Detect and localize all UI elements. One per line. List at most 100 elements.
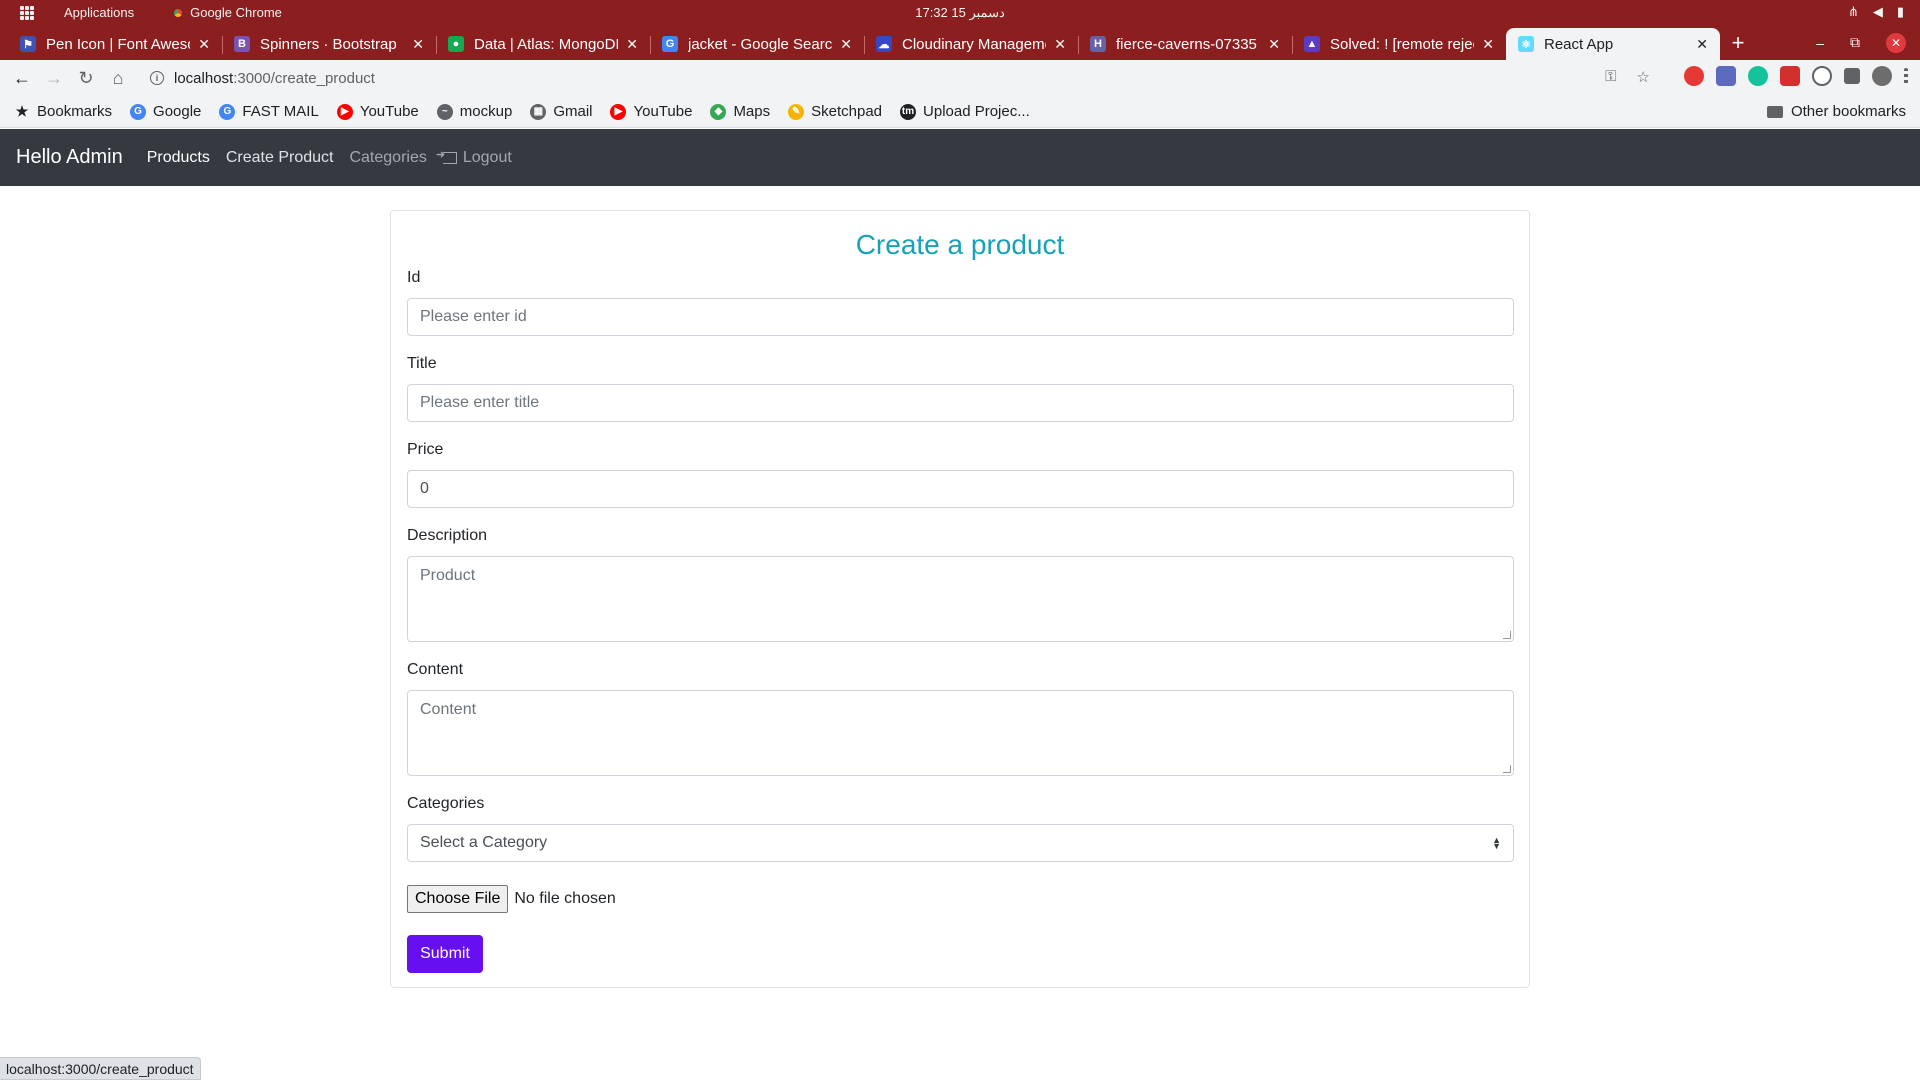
categories-label: Categories <box>407 795 485 812</box>
bookmark-item[interactable]: ~ mockup <box>436 103 513 120</box>
tab-close-icon[interactable]: ✕ <box>412 36 424 53</box>
create-product-card: Create a product Id Please enter id Titl… <box>390 210 1530 988</box>
bookmark-item[interactable]: ▶ YouTube <box>610 103 692 120</box>
tab-close-icon[interactable]: ✕ <box>1268 36 1280 53</box>
tab-close-icon[interactable]: ✕ <box>1054 36 1066 53</box>
other-bookmarks[interactable]: Other bookmarks <box>1766 103 1906 120</box>
browser-tab[interactable]: ▲ Solved: ! [remote rejected] ✕ <box>1292 28 1506 60</box>
choose-file-button[interactable]: Choose File <box>407 885 509 913</box>
bookmark-item[interactable]: ◆ Maps <box>710 103 770 120</box>
browser-tab[interactable]: ● Data | Atlas: MongoDB ✕ <box>436 28 650 60</box>
navbar-brand[interactable]: Hello Admin <box>16 146 123 169</box>
content-label: Content <box>407 661 464 678</box>
description-field-group: Description Product <box>407 527 1514 642</box>
network-icon[interactable]: ⋔ <box>1848 4 1859 20</box>
clock[interactable]: 17:32 15 دسمبر <box>0 5 1920 21</box>
browser-tab[interactable]: ☁ Cloudinary Management ✕ <box>864 28 1078 60</box>
nav-link-logout[interactable]: Logout <box>436 148 512 167</box>
back-icon[interactable]: ← <box>6 68 38 89</box>
price-label: Price <box>407 441 444 458</box>
browser-tab[interactable]: ⚑ Pen Icon | Font Awesome ✕ <box>8 28 222 60</box>
description-textarea[interactable]: Product <box>407 556 1514 642</box>
description-text: Product <box>420 567 476 584</box>
id-label: Id <box>407 269 421 286</box>
bookmark-item[interactable]: ✎ Sketchpad <box>788 103 882 120</box>
content-textarea[interactable]: Content <box>407 690 1514 776</box>
bookmark-star-icon[interactable]: ☆ <box>1637 68 1650 86</box>
bookmark-favicon-icon: G <box>130 103 147 120</box>
browser-tab[interactable]: Gjacket - Google Search ✕ <box>650 28 864 60</box>
tab-title: jacket - Google Search <box>688 35 833 53</box>
tab-title: Spinners · Bootstrap <box>260 35 397 53</box>
browser-tab[interactable]: Hfierce-caverns-07335 ✕ <box>1078 28 1292 60</box>
bookmark-item[interactable]: ▦ Gmail <box>530 103 592 120</box>
bookmark-item[interactable]: ▶ YouTube <box>336 103 419 120</box>
categories-field-group: Categories Select a Category ▲ ▼ <box>407 795 1514 862</box>
price-input[interactable]: 0 <box>407 470 1514 508</box>
restore-icon[interactable]: ⧉ <box>1850 34 1860 51</box>
extension-red-icon[interactable] <box>1684 66 1704 86</box>
battery-icon[interactable]: ▮ <box>1897 4 1904 20</box>
forward-icon[interactable]: → <box>38 68 70 89</box>
bookmark-label: mockup <box>459 103 513 120</box>
reload-icon[interactable]: ↻ <box>70 68 102 89</box>
description-label: Description <box>407 527 488 544</box>
tab-close-icon[interactable]: ✕ <box>198 36 210 53</box>
volume-icon[interactable]: ◀ <box>1873 4 1883 20</box>
bookmark-item[interactable]: G Google <box>130 103 201 120</box>
menu-kebab-icon[interactable] <box>1904 68 1908 84</box>
tab-favicon-icon: G <box>662 36 678 52</box>
profile-avatar[interactable] <box>1872 66 1892 86</box>
nav-link-products[interactable]: Products <box>147 149 210 167</box>
submit-button[interactable]: Submit <box>407 935 483 973</box>
content-placeholder: Content <box>420 701 477 718</box>
tab-close-icon[interactable]: ✕ <box>1482 36 1494 53</box>
bookmark-label: Bookmarks <box>37 103 113 120</box>
os-top-bar: Applications Google Chrome 17:32 15 دسمب… <box>0 0 1920 25</box>
new-tab-button[interactable]: + <box>1720 28 1756 60</box>
bookmark-label: YouTube <box>359 103 419 120</box>
home-icon[interactable]: ⌂ <box>102 68 134 89</box>
category-select[interactable]: Select a Category ▲ ▼ <box>407 824 1514 862</box>
app-navbar: Hello Admin Products Create Product Cate… <box>0 129 1920 186</box>
bookmark-favicon-icon: ~ <box>436 103 453 120</box>
bookmark-item[interactable]: ★ Bookmarks <box>14 103 112 120</box>
page-title: Create a product <box>855 229 1065 260</box>
tab-favicon-icon: H <box>1090 36 1106 52</box>
title-input[interactable]: Please enter title <box>407 384 1514 422</box>
nav-link-categories[interactable]: Categories <box>349 149 426 167</box>
folder-icon <box>1766 105 1783 118</box>
browser-tab[interactable]: ⚛ React App ✕ <box>1506 28 1720 60</box>
id-input[interactable]: Please enter id <box>407 298 1514 336</box>
minimize-icon[interactable]: – <box>1816 35 1824 51</box>
tab-favicon-icon: ● <box>448 36 464 52</box>
resize-handle-icon[interactable] <box>1503 765 1511 773</box>
tab-close-icon[interactable]: ✕ <box>1696 36 1708 53</box>
select-caret-icon: ▲ ▼ <box>1492 835 1501 851</box>
bookmark-favicon-icon: tm <box>900 103 917 120</box>
resize-handle-icon[interactable] <box>1503 631 1511 639</box>
system-tray[interactable]: ⋔ ◀ ▮ <box>1848 4 1904 20</box>
nav-link-logout-label: Logout <box>462 148 512 166</box>
extensions-puzzle-icon[interactable] <box>1844 68 1860 84</box>
tab-close-icon[interactable]: ✕ <box>840 36 852 53</box>
extension-gift-icon[interactable] <box>1780 66 1800 86</box>
bookmark-label: YouTube <box>633 103 693 120</box>
id-field-group: Id Please enter id <box>407 269 1514 336</box>
nav-link-create-product[interactable]: Create Product <box>226 149 334 167</box>
bookmark-item[interactable]: tm Upload Projec... <box>900 103 1030 120</box>
tab-close-icon[interactable]: ✕ <box>626 36 638 53</box>
browser-tab[interactable]: B Spinners · Bootstrap ✕ <box>222 28 436 60</box>
extension-circle-icon[interactable] <box>1812 66 1832 86</box>
key-icon[interactable]: ⚿ <box>1605 68 1616 86</box>
extensions-area <box>1684 66 1908 86</box>
bookmark-favicon-icon: ▶ <box>336 103 353 120</box>
address-bar[interactable]: i localhost:3000/create_product <box>140 62 1630 94</box>
other-bookmarks-label: Other bookmarks <box>1790 103 1906 120</box>
window-close-icon[interactable]: ✕ <box>1886 32 1906 53</box>
extension-translate-icon[interactable] <box>1716 66 1736 86</box>
site-info-icon[interactable]: i <box>150 71 164 85</box>
extension-grammarly-icon[interactable] <box>1748 66 1768 86</box>
bookmark-item[interactable]: G FAST MAIL <box>219 103 319 120</box>
bookmark-favicon-icon: ▦ <box>530 103 547 120</box>
